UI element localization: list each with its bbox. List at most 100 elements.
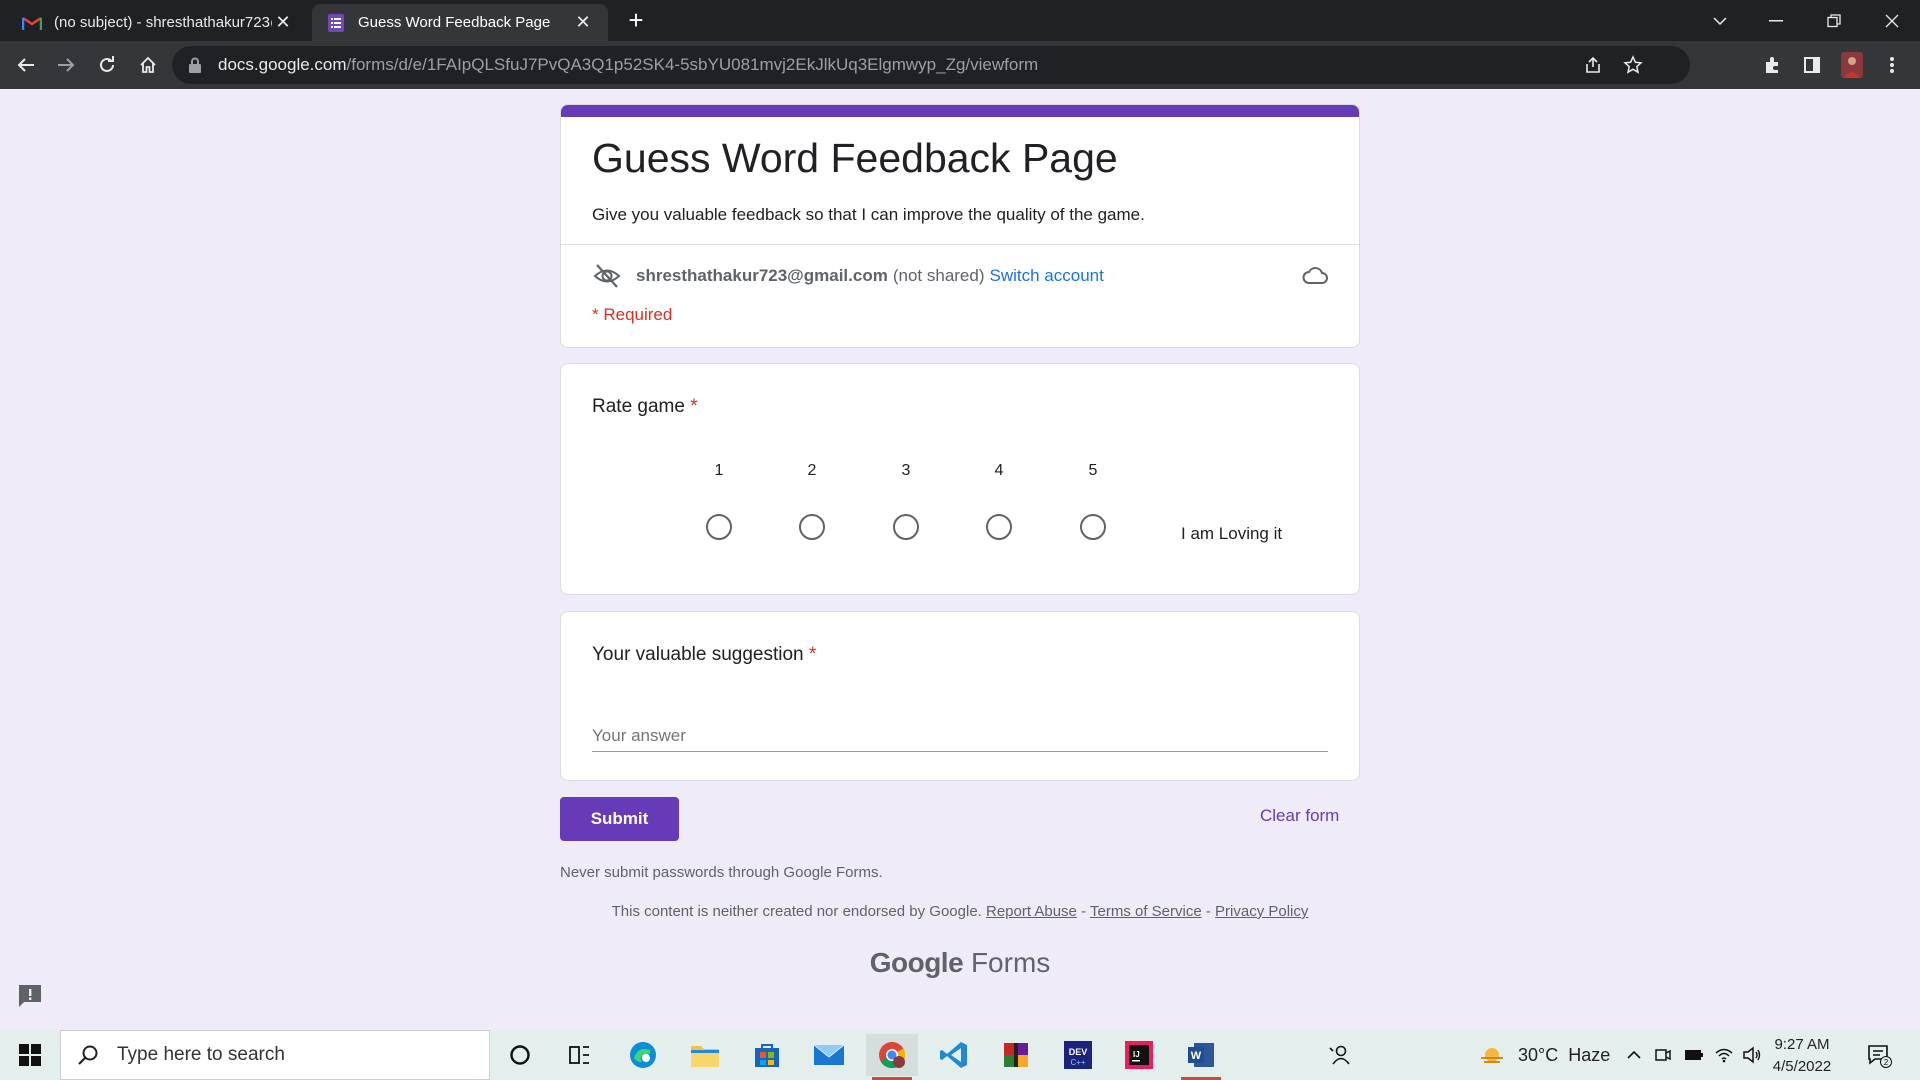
question-card-rate-game: Rate game * 1 2 3 4 5 I am Loving it (560, 363, 1360, 595)
question-title-text: Your valuable suggestion (592, 644, 804, 665)
password-warning: Never submit passwords through Google Fo… (560, 864, 883, 881)
report-feedback-icon[interactable] (16, 982, 44, 1010)
rating-radio-1[interactable] (706, 514, 732, 540)
search-placeholder: Type here to search (117, 1044, 285, 1065)
scale-number: 5 (1088, 462, 1098, 479)
question-title: Rate game * (592, 396, 698, 418)
form-description: Give you valuable feedback so that I can… (592, 205, 1145, 224)
browser-toolbar: docs.google.com/forms/d/e/1FAIpQLSfuJ7Pv… (0, 41, 1920, 89)
intellij-icon[interactable]: IJ (1113, 1034, 1165, 1076)
svg-text:IJ: IJ (1133, 1050, 1140, 1059)
scale-number: 4 (994, 462, 1004, 479)
task-view-icon[interactable] (554, 1034, 606, 1076)
windows-start-icon[interactable] (10, 1040, 50, 1070)
mail-icon[interactable] (803, 1034, 855, 1076)
accent-stripe (561, 105, 1359, 117)
tab-title: Guess Word Feedback Page (358, 14, 551, 31)
home-icon[interactable] (130, 47, 166, 83)
rating-radio-5[interactable] (1080, 514, 1106, 540)
weather-text: 30°C Haze (1518, 1044, 1611, 1065)
browser-tab-strip: (no subject) - shresthathakur723@gmail.c… (0, 0, 1920, 41)
scale-max-label: I am Loving it (1181, 524, 1283, 543)
close-window-icon[interactable] (1864, 0, 1920, 41)
report-abuse-link[interactable]: Report Abuse (986, 903, 1077, 920)
address-bar[interactable]: docs.google.com/forms/d/e/1FAIpQLSfuJ7Pv… (172, 46, 1690, 84)
question-title-text: Rate game (592, 396, 685, 417)
vscode-icon[interactable] (928, 1034, 980, 1076)
close-tab-icon[interactable]: ✕ (272, 12, 294, 33)
account-row: shresthathakur723@gmail.com (not shared)… (592, 261, 1104, 291)
search-icon (78, 1045, 98, 1065)
disclaimer-text: This content is neither created nor endo… (611, 903, 982, 920)
profile-avatar[interactable] (1836, 49, 1868, 81)
scale-number: 1 (714, 462, 724, 479)
microsoft-store-icon[interactable] (741, 1034, 793, 1076)
submit-button[interactable]: Submit (560, 797, 679, 841)
side-panel-icon[interactable] (1796, 49, 1828, 81)
extensions-icon[interactable] (1756, 49, 1788, 81)
question-title: Your valuable suggestion * (592, 644, 816, 666)
meet-now-icon[interactable] (1654, 1030, 1672, 1080)
required-asterisk: * (808, 644, 817, 665)
divider (561, 244, 1359, 245)
question-card-suggestion: Your valuable suggestion * (560, 611, 1360, 781)
minimize-icon[interactable] (1748, 0, 1804, 41)
battery-icon[interactable] (1684, 1030, 1704, 1080)
winrar-icon[interactable] (990, 1034, 1042, 1076)
url-host: docs.google.com (218, 55, 347, 74)
separator: - (1081, 903, 1087, 920)
dev-cpp-icon[interactable]: DEV C++ (1052, 1034, 1104, 1076)
form-title: Guess Word Feedback Page (592, 135, 1118, 181)
wifi-icon[interactable] (1714, 1030, 1734, 1080)
rating-radio-4[interactable] (986, 514, 1012, 540)
svg-text:W: W (1191, 1050, 1202, 1062)
people-icon[interactable] (1314, 1034, 1366, 1076)
tab-search-icon[interactable] (1692, 0, 1748, 41)
close-tab-icon[interactable]: ✕ (572, 12, 594, 33)
weather-widget[interactable]: 30°C Haze (1478, 1030, 1610, 1080)
back-arrow-icon[interactable] (8, 47, 44, 83)
url-path: /forms/d/e/1FAIpQLSfuJ7PvQA3Q1p52SK4-5sb… (346, 55, 1039, 74)
disclaimer: This content is neither created nor endo… (560, 903, 1360, 920)
restore-icon[interactable] (1806, 0, 1862, 41)
terms-of-service-link[interactable]: Terms of Service (1090, 903, 1202, 920)
show-hidden-icons[interactable] (1626, 1030, 1642, 1080)
google-forms-logo[interactable]: Google Forms (560, 947, 1360, 979)
gmail-icon (22, 13, 42, 33)
new-tab-button[interactable]: + (620, 7, 652, 34)
reload-icon[interactable] (89, 47, 125, 83)
privacy-policy-link[interactable]: Privacy Policy (1215, 903, 1308, 920)
suggestion-answer-input[interactable] (592, 712, 1328, 752)
cortana-icon[interactable] (494, 1034, 546, 1076)
clear-form-button[interactable]: Clear form (1260, 806, 1339, 826)
chrome-icon[interactable] (866, 1034, 918, 1080)
notifications-icon[interactable]: 2 (1866, 1030, 1892, 1080)
not-shared-note: (not shared) (892, 266, 985, 285)
lock-icon (189, 57, 201, 73)
google-forms-icon (326, 13, 346, 33)
weather-haze-icon (1481, 1048, 1503, 1063)
rating-radio-2[interactable] (799, 514, 825, 540)
tab-guess-word-feedback[interactable]: Guess Word Feedback Page ✕ (312, 4, 608, 41)
tab-title: (no subject) - shresthathakur723@gmail.c… (54, 14, 272, 31)
google-wordmark: Google (869, 947, 964, 978)
cloud-saved-icon (1302, 267, 1328, 284)
scale-number: 2 (807, 462, 817, 479)
account-email: shresthathakur723@gmail.com (636, 266, 888, 285)
bookmark-star-icon[interactable] (1618, 50, 1648, 80)
switch-account-link[interactable]: Switch account (990, 266, 1104, 286)
notification-count: 2 (1884, 1058, 1889, 1067)
forward-arrow-icon[interactable] (48, 47, 84, 83)
tab-gmail[interactable]: (no subject) - shresthathakur723@gmail.c… (8, 4, 308, 41)
clock-time: 9:27 AM (1774, 1036, 1830, 1053)
system-clock[interactable]: 9:27 AM 4/5/2022 (1752, 1034, 1852, 1078)
edge-browser-icon[interactable] (617, 1034, 669, 1076)
eye-off-icon (593, 264, 621, 288)
word-icon[interactable]: W (1175, 1034, 1227, 1080)
file-explorer-icon[interactable] (679, 1034, 731, 1076)
share-icon[interactable] (1578, 50, 1608, 80)
form-header-card: Guess Word Feedback Page Give you valuab… (560, 104, 1360, 348)
rating-radio-3[interactable] (893, 514, 919, 540)
browser-menu-icon[interactable] (1876, 49, 1908, 81)
taskbar-search[interactable]: Type here to search (60, 1030, 490, 1080)
